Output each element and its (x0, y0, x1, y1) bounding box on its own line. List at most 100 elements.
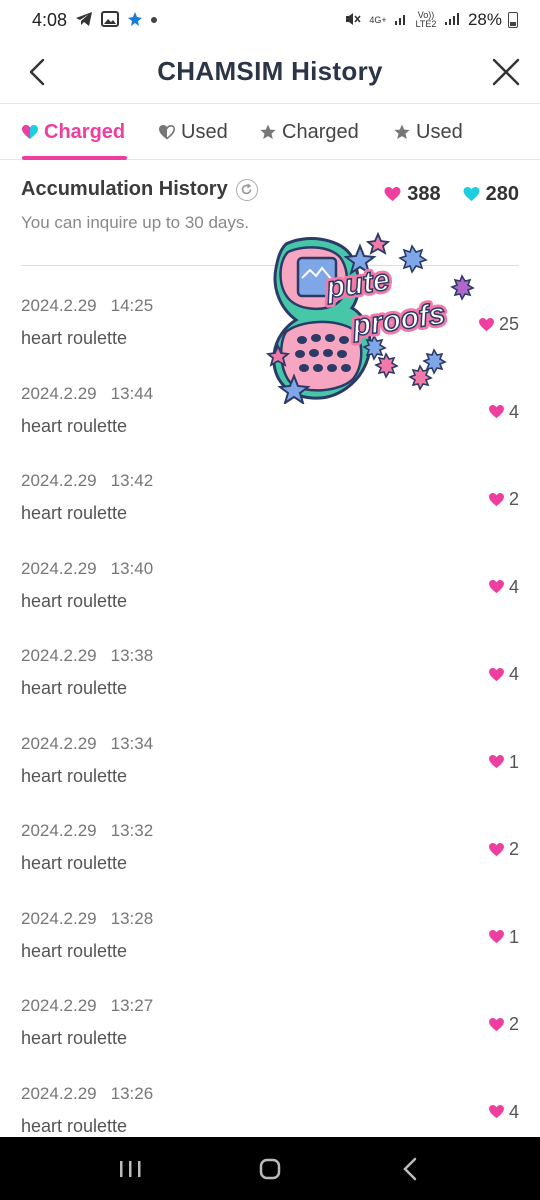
row-amount: 25 (479, 314, 519, 335)
tab-heart-charged[interactable]: Charged (22, 104, 125, 160)
chevron-left-icon (29, 58, 45, 86)
row-time: 13:38 (110, 646, 154, 665)
row-description: heart roulette (21, 328, 128, 348)
history-row: 2024.2.29 13:28 heart roulette 1 (0, 893, 540, 981)
history-tabs: Charged Used Charged Used (0, 104, 540, 160)
refresh-icon (241, 183, 252, 195)
svg-text:proofs: proofs (349, 297, 447, 343)
pink-heart-icon (489, 667, 504, 681)
recent-apps-button[interactable] (100, 1144, 160, 1194)
back-button[interactable] (22, 54, 52, 90)
volte-label: Vo)) LTE2 (415, 10, 437, 29)
heart-outline-icon (159, 124, 175, 140)
tab-label: Charged (282, 120, 359, 143)
network-4g-label: 4G+ (369, 14, 387, 25)
totals: 388 280 (384, 183, 519, 206)
row-datetime: 2024.2.29 13:44 (21, 384, 153, 404)
pink-heart-icon (384, 187, 401, 201)
row-description: heart roulette (21, 765, 128, 786)
tab-label: Charged (44, 120, 126, 143)
pink-heart-icon (489, 492, 504, 506)
row-time: 13:40 (110, 558, 154, 578)
status-time: 4:08 (32, 9, 68, 30)
star-icon (394, 124, 410, 139)
row-datetime: 2024.2.29 13:32 (21, 821, 153, 841)
row-description: heart roulette (21, 678, 128, 698)
row-amount-value: 4 (508, 401, 519, 422)
row-amount-value: 4 (508, 1101, 519, 1122)
tab-star-charged[interactable]: Charged (260, 104, 359, 160)
pink-heart-icon (489, 930, 504, 944)
history-list: 2024.2.29 14:25 heart roulette 25 2024.2.29 1… (0, 280, 540, 1137)
row-time: 13:42 (110, 471, 154, 490)
row-time: 13:27 (110, 996, 154, 1015)
row-date: 2024.2.29 (21, 908, 97, 928)
signal-icon (394, 12, 408, 29)
row-amount: 4 (489, 577, 519, 598)
row-amount-value: 4 (508, 664, 519, 684)
row-datetime: 2024.2.29 13:26 (21, 1084, 153, 1104)
row-amount-value: 2 (508, 489, 519, 509)
pink-total-value: 388 (407, 183, 441, 205)
row-time: 13:26 (110, 1083, 154, 1103)
pink-heart-icon (489, 1105, 504, 1119)
row-amount-value: 2 (508, 839, 519, 859)
row-date: 2024.2.29 (21, 1083, 97, 1103)
row-time: 13:32 (110, 821, 154, 840)
pink-heart-icon (489, 755, 504, 769)
row-amount-value: 2 (508, 1014, 519, 1034)
history-row: 2024.2.29 13:32 heart roulette 2 (0, 805, 540, 893)
summary-title: Accumulation History (21, 178, 228, 200)
row-datetime: 2024.2.29 14:25 (21, 296, 153, 316)
row-amount-value: 1 (508, 751, 519, 772)
history-row: 2024.2.29 13:34 heart roulette 1 (0, 718, 540, 806)
pink-heart-icon (489, 405, 504, 419)
pink-heart-icon (489, 842, 504, 856)
close-button[interactable] (490, 54, 522, 90)
tab-label: Used (416, 120, 463, 143)
row-amount: 4 (489, 402, 519, 423)
back-nav-button[interactable] (380, 1144, 440, 1194)
active-tab-indicator (22, 156, 127, 160)
row-amount: 4 (489, 664, 519, 685)
row-description: heart roulette (21, 503, 128, 523)
refresh-button[interactable] (235, 178, 258, 201)
tab-heart-used[interactable]: Used (159, 104, 228, 160)
row-amount: 2 (489, 1014, 519, 1035)
tab-star-used[interactable]: Used (394, 104, 463, 160)
battery-label: 28% (467, 10, 502, 29)
pink-heart-icon (479, 317, 494, 331)
row-date: 2024.2.29 (21, 471, 97, 490)
battery-icon (508, 12, 518, 28)
app-header: CHAMSIM History (0, 40, 540, 104)
telegram-icon (75, 11, 93, 30)
sticker-image: pute pute proofs proofs (265, 231, 476, 406)
back-arrow-icon (403, 1157, 417, 1180)
history-row: 2024.2.29 13:27 heart roulette 2 (0, 980, 540, 1068)
row-description: heart roulette (21, 940, 128, 961)
pink-heart-icon (489, 1017, 504, 1031)
close-icon (492, 58, 520, 86)
row-description: heart roulette (21, 415, 128, 436)
row-time: 13:44 (110, 383, 154, 403)
summary-subtitle: You can inquire up to 30 days. (21, 213, 250, 232)
row-amount-value: 1 (508, 926, 519, 947)
mute-icon (344, 11, 362, 30)
row-date: 2024.2.29 (21, 733, 97, 753)
row-date: 2024.2.29 (21, 558, 97, 578)
home-button[interactable] (240, 1144, 300, 1194)
app-icon (127, 11, 143, 30)
history-row: 2024.2.29 13:38 heart roulette 4 (0, 630, 540, 718)
row-datetime: 2024.2.29 13:38 (21, 646, 153, 666)
row-description: heart roulette (21, 590, 128, 611)
pink-heart-total: 388 (384, 183, 441, 206)
status-bar: 4:08 4G+ Vo)) LTE2 28% (0, 0, 540, 40)
row-description: heart roulette (21, 1115, 128, 1136)
cyan-total-value: 280 (485, 183, 519, 205)
row-datetime: 2024.2.29 13:27 (21, 996, 153, 1016)
gallery-icon (101, 10, 120, 30)
row-amount: 2 (489, 489, 519, 510)
history-row: 2024.2.29 13:42 heart roulette 2 (0, 455, 540, 543)
recent-apps-icon (120, 1160, 141, 1177)
row-amount: 1 (489, 927, 519, 948)
